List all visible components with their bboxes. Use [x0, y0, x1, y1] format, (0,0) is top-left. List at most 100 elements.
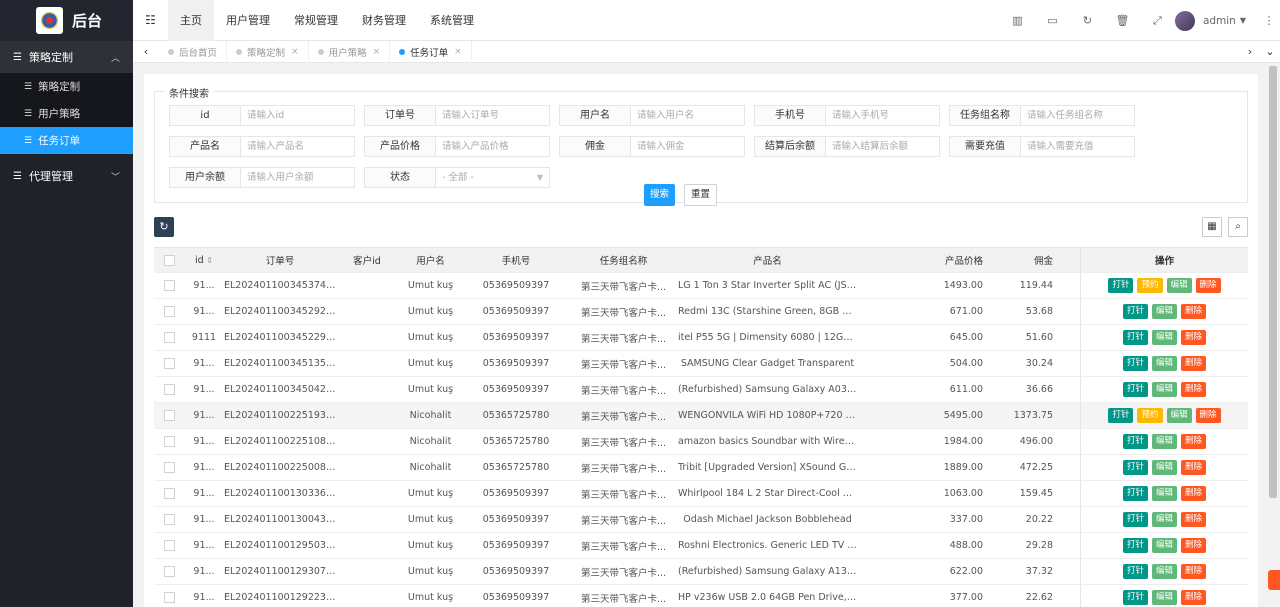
page-tab-strategy[interactable]: 策略定制 ×: [227, 40, 309, 63]
row-checkbox[interactable]: [163, 306, 175, 317]
edit-button[interactable]: 编辑: [1151, 460, 1177, 475]
reset-button[interactable]: 重置: [684, 184, 717, 206]
close-icon[interactable]: ×: [291, 47, 299, 57]
caret-down-icon[interactable]: ▼: [1240, 16, 1246, 25]
inject-button[interactable]: 打针: [1122, 486, 1148, 501]
edit-button[interactable]: 编辑: [1151, 382, 1177, 397]
inject-button[interactable]: 打针: [1122, 590, 1148, 605]
search-button[interactable]: 搜索: [644, 184, 675, 206]
edit-button[interactable]: 编辑: [1151, 304, 1177, 319]
nav-tab-user-management[interactable]: 用户管理: [214, 0, 282, 41]
card-icon[interactable]: ▭: [1035, 14, 1070, 27]
row-checkbox[interactable]: [163, 566, 175, 577]
nav-tab-finance-management[interactable]: 财务管理: [350, 0, 418, 41]
inject-button[interactable]: 打针: [1122, 564, 1148, 579]
field-input[interactable]: 请输入用户名: [631, 105, 745, 126]
inject-button[interactable]: 打针: [1122, 538, 1148, 553]
field-input[interactable]: 请输入id: [241, 105, 355, 126]
row-checkbox[interactable]: [163, 410, 175, 421]
inject-button[interactable]: 打针: [1122, 304, 1148, 319]
trash-icon[interactable]: 🗑: [1105, 14, 1140, 27]
field-input[interactable]: 请输入任务组名称: [1021, 105, 1135, 126]
inject-button[interactable]: 打针: [1122, 512, 1148, 527]
sort-icon[interactable]: ⇕: [204, 256, 213, 265]
field-input[interactable]: 请输入用户余额: [241, 167, 355, 188]
edit-button[interactable]: 编辑: [1151, 564, 1177, 579]
field-input[interactable]: 请输入订单号: [436, 105, 550, 126]
inject-button[interactable]: 打针: [1108, 408, 1134, 423]
select-all-checkbox[interactable]: [163, 254, 175, 266]
username[interactable]: admin: [1203, 15, 1236, 27]
edit-button[interactable]: 编辑: [1151, 356, 1177, 371]
delete-button[interactable]: 删除: [1181, 486, 1207, 501]
table-refresh-button[interactable]: ↻: [154, 217, 174, 237]
field-input[interactable]: 请输入结算后余额: [826, 136, 940, 157]
edit-button[interactable]: 编辑: [1151, 434, 1177, 449]
delete-button[interactable]: 删除: [1181, 538, 1207, 553]
delete-button[interactable]: 删除: [1181, 564, 1207, 579]
edit-button[interactable]: 编辑: [1166, 278, 1192, 293]
row-checkbox[interactable]: [163, 540, 175, 551]
delete-button[interactable]: 删除: [1181, 460, 1207, 475]
page-tab-user-strategy[interactable]: 用户策略 ×: [309, 40, 391, 63]
row-checkbox[interactable]: [163, 332, 175, 343]
field-input[interactable]: 请输入佣金: [631, 136, 745, 157]
avatar[interactable]: [1174, 10, 1195, 31]
tabs-left-arrow-icon[interactable]: ‹: [133, 45, 159, 58]
bar-chart-icon[interactable]: ▥: [1000, 14, 1035, 27]
sidebar-item-user-strategy[interactable]: ☰ 用户策略: [0, 100, 133, 127]
fullscreen-icon[interactable]: ⤢: [1140, 14, 1175, 28]
tabs-right-arrow-icon[interactable]: ›: [1240, 41, 1260, 63]
delete-button[interactable]: 删除: [1181, 382, 1207, 397]
more-icon[interactable]: ⋮: [1258, 14, 1280, 27]
row-checkbox[interactable]: [163, 592, 175, 603]
inject-button[interactable]: 打针: [1122, 330, 1148, 345]
reserve-button[interactable]: 预约: [1137, 408, 1163, 423]
row-checkbox[interactable]: [163, 462, 175, 473]
nav-tab-system-management[interactable]: 系统管理: [418, 0, 486, 41]
page-tab-home[interactable]: 后台首页: [159, 40, 228, 63]
search-icon[interactable]: ⌕: [1228, 217, 1248, 237]
sidebar-group-agent[interactable]: ☰ 代理管理 ﹀: [0, 160, 133, 192]
row-checkbox[interactable]: [163, 488, 175, 499]
nav-tab-general-management[interactable]: 常规管理: [282, 0, 350, 41]
sidebar-item-strategy[interactable]: ☰ 策略定制: [0, 73, 133, 100]
delete-button[interactable]: 删除: [1181, 512, 1207, 527]
delete-button[interactable]: 删除: [1181, 434, 1207, 449]
scrollbar[interactable]: [1269, 66, 1277, 498]
sidebar-group-strategy[interactable]: ☰ 策略定制 ︿: [0, 41, 133, 73]
field-input[interactable]: 请输入手机号: [826, 105, 940, 126]
row-checkbox[interactable]: [163, 280, 175, 291]
edit-button[interactable]: 编辑: [1151, 538, 1177, 553]
column-filter-icon[interactable]: ▦: [1202, 217, 1222, 237]
edit-button[interactable]: 编辑: [1166, 408, 1192, 423]
page-tab-task-orders[interactable]: 任务订单 ×: [390, 40, 472, 63]
inject-button[interactable]: 打针: [1122, 382, 1148, 397]
delete-button[interactable]: 删除: [1181, 330, 1207, 345]
tabs-dropdown-icon[interactable]: ⌄: [1260, 41, 1280, 63]
floating-badge-icon[interactable]: [1268, 570, 1280, 590]
close-icon[interactable]: ×: [373, 47, 381, 57]
row-checkbox[interactable]: [163, 358, 175, 369]
edit-button[interactable]: 编辑: [1151, 512, 1177, 527]
row-checkbox[interactable]: [163, 436, 175, 447]
close-icon[interactable]: ×: [454, 47, 462, 57]
reserve-button[interactable]: 预约: [1137, 278, 1163, 293]
inject-button[interactable]: 打针: [1108, 278, 1134, 293]
field-input[interactable]: 请输入需要充值: [1021, 136, 1135, 157]
field-input[interactable]: 请输入产品名: [241, 136, 355, 157]
refresh-icon[interactable]: ↻: [1070, 14, 1105, 27]
delete-button[interactable]: 删除: [1195, 278, 1221, 293]
edit-button[interactable]: 编辑: [1151, 486, 1177, 501]
delete-button[interactable]: 删除: [1195, 408, 1221, 423]
edit-button[interactable]: 编辑: [1151, 590, 1177, 605]
col-header[interactable]: id ⇕: [184, 255, 224, 266]
inject-button[interactable]: 打针: [1122, 460, 1148, 475]
status-select[interactable]: - 全部 - ▼: [436, 167, 550, 188]
sidebar-item-task-orders[interactable]: ☰ 任务订单: [0, 127, 133, 154]
delete-button[interactable]: 删除: [1181, 304, 1207, 319]
row-checkbox[interactable]: [163, 384, 175, 395]
delete-button[interactable]: 删除: [1181, 590, 1207, 605]
inject-button[interactable]: 打针: [1122, 356, 1148, 371]
row-checkbox[interactable]: [163, 514, 175, 525]
